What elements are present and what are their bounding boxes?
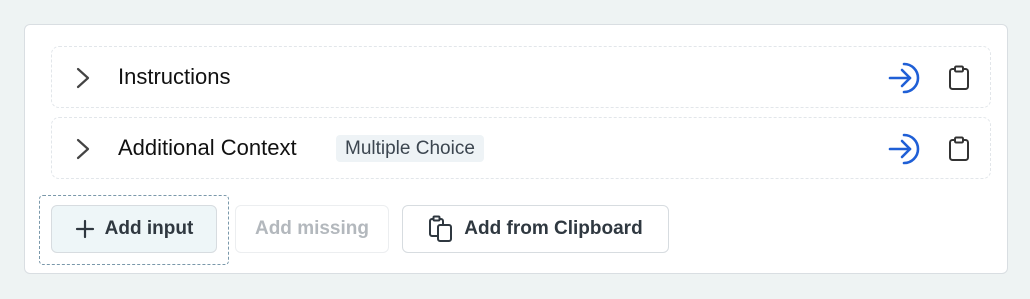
clipboard-icon[interactable] [948, 136, 970, 162]
input-row-additional-context[interactable]: Additional Context Multiple Choice [51, 117, 991, 179]
arrow-into-icon[interactable] [888, 133, 924, 165]
copy-icon [429, 215, 453, 242]
add-input-button[interactable]: Add input [51, 205, 217, 253]
chevron-right-icon[interactable] [74, 66, 92, 90]
inputs-panel: Instructions Additional Context Multiple… [24, 24, 1008, 274]
row-title: Instructions [118, 64, 231, 89]
input-row-instructions[interactable]: Instructions [51, 46, 991, 108]
type-badge: Multiple Choice [336, 135, 484, 162]
add-missing-button[interactable]: Add missing [235, 205, 389, 253]
arrow-into-icon[interactable] [888, 62, 924, 94]
plus-icon [75, 219, 94, 239]
add-from-clipboard-button[interactable]: Add from Clipboard [402, 205, 669, 253]
clipboard-icon[interactable] [948, 65, 970, 91]
add-missing-label: Add missing [254, 218, 369, 239]
chevron-right-icon[interactable] [74, 137, 92, 161]
add-input-label: Add input [104, 218, 194, 239]
row-title: Additional Context [118, 135, 297, 160]
add-from-clipboard-label: Add from Clipboard [464, 218, 643, 239]
